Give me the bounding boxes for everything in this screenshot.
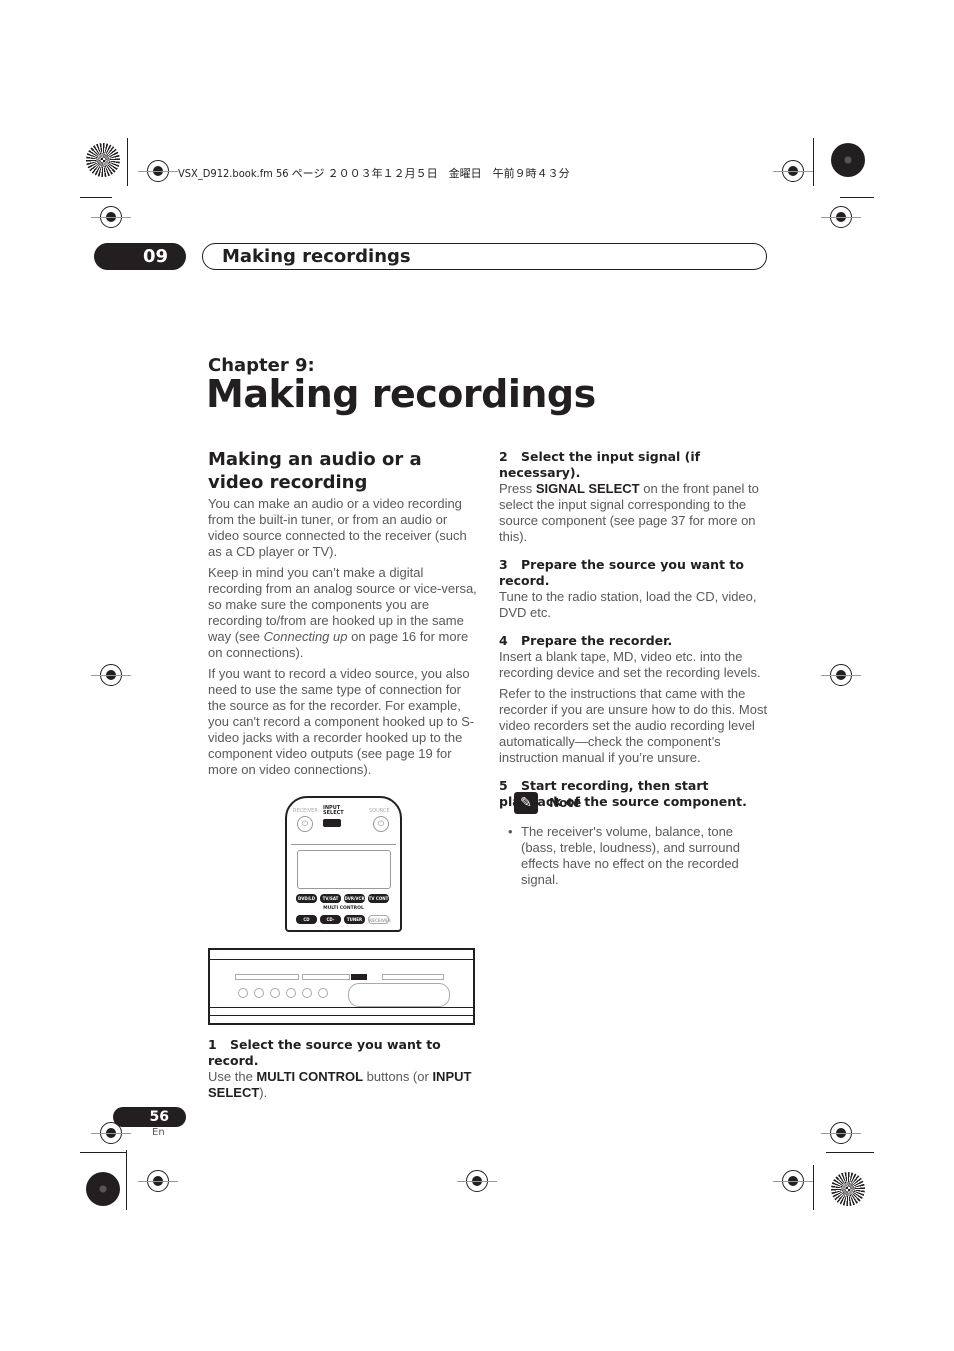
remote-button: CD-R/TAPE [320, 915, 341, 931]
registration-mark [91, 664, 131, 686]
step-title: Prepare the source you want to record. [499, 557, 744, 588]
crop-line [813, 138, 814, 186]
text-run: ). [259, 1085, 268, 1100]
registration-mark [821, 206, 861, 228]
body-paragraph: Keep in mind you can’t make a digital re… [208, 565, 478, 661]
crop-line [813, 1165, 814, 1210]
crop-line [826, 1152, 874, 1153]
remote-display [297, 850, 391, 889]
step-heading: 4 Prepare the recorder. [499, 633, 771, 649]
panel-edge [210, 1007, 473, 1008]
crop-line [80, 197, 112, 198]
running-header-title: Making recordings [202, 243, 767, 270]
crop-line [840, 197, 874, 198]
text-run: Use the [208, 1069, 257, 1084]
step-title: Prepare the recorder. [521, 633, 673, 648]
registration-mark [773, 160, 813, 182]
registration-mark [138, 160, 178, 182]
crop-line [127, 138, 128, 186]
step-number: 2 [499, 449, 508, 464]
panel-button-group [235, 974, 299, 980]
step-number: 4 [499, 633, 508, 648]
body-paragraph: You can make an audio or a video recordi… [208, 496, 467, 559]
remote-button: DVD/LD [296, 894, 317, 903]
step-number: 1 [208, 1037, 217, 1052]
front-input-jacks [348, 983, 450, 1007]
remote-button: TV/SAT [320, 894, 341, 903]
remote-button: DVR/VCR [344, 894, 365, 903]
step-heading: 2 Select the input signal (if necessary). [499, 449, 771, 481]
registration-mark [821, 1122, 861, 1144]
remote-button: TUNER [344, 915, 365, 924]
note-header: ✎ Note [514, 792, 581, 814]
panel-knob [254, 988, 264, 998]
registration-starburst-bottom-left [86, 1172, 120, 1206]
panel-knob [238, 988, 248, 998]
step-1: 1 Select the source you want to record. U… [208, 1037, 480, 1106]
section-heading: Making an audio or a video recording [208, 449, 422, 493]
panel-knob [286, 988, 296, 998]
registration-starburst-top-right [831, 143, 865, 177]
step-title: Select the source you want to record. [208, 1037, 441, 1068]
text-run: buttons (or [363, 1069, 433, 1084]
multi-control-label: MULTI CONTROL [323, 906, 364, 911]
note-list: The receiver's volume, balance, tone (ba… [508, 824, 768, 888]
source-label: SOURCE [369, 808, 390, 814]
source-power-icon: ⏻ [373, 816, 389, 832]
remote-button: TV CONT [368, 894, 389, 903]
page-number: 56 [113, 1107, 186, 1127]
pencil-icon: ✎ [514, 792, 538, 814]
note-label: Note [549, 796, 582, 810]
input-select-label: INPUT SELECT [323, 805, 344, 816]
panel-edge [210, 1015, 473, 1016]
registration-mark [773, 1170, 813, 1192]
input-select-button [323, 819, 341, 827]
panel-edge [210, 959, 473, 960]
step-heading: 3 Prepare the source you want to record. [499, 557, 771, 589]
panel-button-group [382, 974, 444, 980]
note-item: The receiver's volume, balance, tone (ba… [508, 824, 768, 888]
remote-button: RECEIVER [368, 915, 391, 924]
file-info-line: VSX_D912.book.fm 56 ページ ２００３年１２月５日 金曜日 午… [178, 167, 570, 180]
chapter-number-badge: 09 [94, 243, 186, 270]
panel-knob [302, 988, 312, 998]
signal-select-button [351, 974, 367, 980]
receiver-label: RECEIVER [293, 808, 318, 814]
text-run: Press [499, 481, 536, 496]
registration-mark [821, 664, 861, 686]
registration-mark [138, 1170, 178, 1192]
page-language: En [152, 1127, 165, 1138]
right-column: 2 Select the input signal (if necessary).… [499, 449, 771, 810]
body-paragraph: If you want to record a video source, yo… [208, 666, 475, 777]
cross-reference: Connecting up [263, 629, 348, 644]
step-number: 3 [499, 557, 508, 572]
remote-divider [291, 844, 396, 845]
registration-mark [457, 1170, 497, 1192]
panel-knob [318, 988, 328, 998]
text-run-bold: SIGNAL SELECT [535, 481, 640, 496]
registration-starburst-bottom-right [831, 1172, 865, 1206]
left-column: Making an audio or a video recording You… [208, 448, 478, 783]
panel-button-group [302, 974, 350, 980]
step-body: Press SIGNAL SELECT on the front panel t… [499, 481, 771, 545]
remote-control-illustration: RECEIVER INPUT SELECT SOURCE ⏻ ⏻ DVD/LD … [285, 796, 402, 932]
step-body: Insert a blank tape, MD, video etc. into… [499, 649, 761, 680]
receiver-power-icon: ⏻ [297, 816, 313, 832]
panel-knob [270, 988, 280, 998]
registration-mark [91, 206, 131, 228]
step-body: Use the MULTI CONTROL buttons (or INPUT … [208, 1069, 480, 1101]
remote-button: CD [296, 915, 317, 924]
text-run-bold: MULTI CONTROL [256, 1069, 364, 1084]
step-title: Select the input signal (if necessary). [499, 449, 701, 480]
front-panel-illustration [208, 948, 475, 1025]
chapter-title: Making recordings [206, 372, 596, 416]
crop-line [126, 1150, 127, 1210]
step-body: Refer to the instructions that came with… [499, 686, 768, 765]
step-body: Tune to the radio station, load the CD, … [499, 589, 757, 620]
crop-line [80, 1152, 126, 1153]
registration-starburst-top-left [86, 143, 120, 177]
step-heading: 1 Select the source you want to record. [208, 1037, 480, 1069]
